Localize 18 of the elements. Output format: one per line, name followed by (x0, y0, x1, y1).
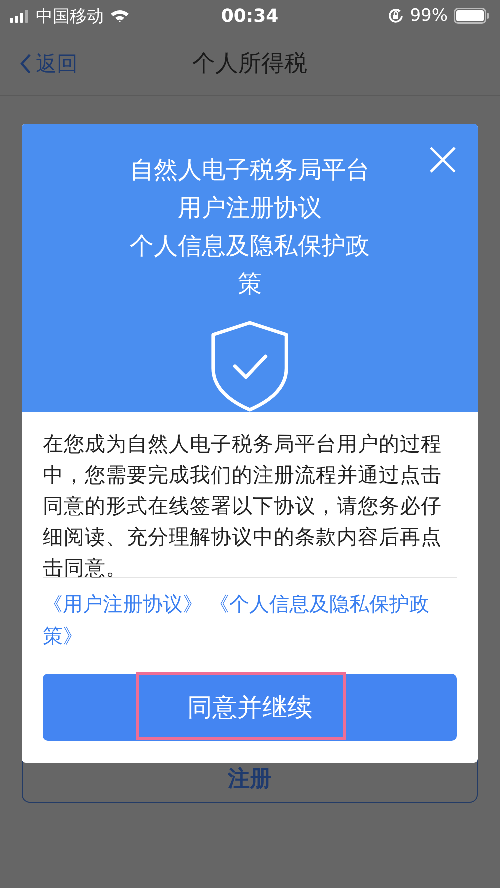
agreement-links[interactable]: 《用户注册协议》 《个人信息及隐私保护政策》 (43, 588, 448, 652)
close-icon[interactable] (429, 146, 457, 174)
carrier-name: 中国移动 (36, 6, 104, 28)
dialog-title: 个人信息及隐私保护政策 (129, 231, 371, 300)
chevron-icon (20, 52, 32, 74)
agree-continue-button[interactable]: 同意并继续 (43, 674, 457, 741)
agreement-text: 在您成为自然人电子税务局平台用户的过程中，您需要完成我们的注册流程并通过点击同意的形式在线签署以下协议，请您务必仔细阅读、充分理解协议中的条款内容后再点击同意。 (43, 429, 457, 578)
signal-icon (10, 10, 30, 22)
dialog-title: 用户注册协议 (177, 193, 323, 224)
wifi-icon (110, 9, 130, 23)
rotation-lock-icon (388, 8, 404, 24)
dialog-title: 自然人电子税务局平台 (129, 155, 371, 186)
clock-time: 00:34 (221, 6, 279, 26)
shield-check-icon (211, 321, 289, 412)
back-button[interactable]: 返回 (0, 50, 78, 78)
battery-icon (454, 8, 490, 24)
page-title: 个人所得税 (192, 50, 308, 79)
battery-percent: 99% (410, 6, 448, 26)
